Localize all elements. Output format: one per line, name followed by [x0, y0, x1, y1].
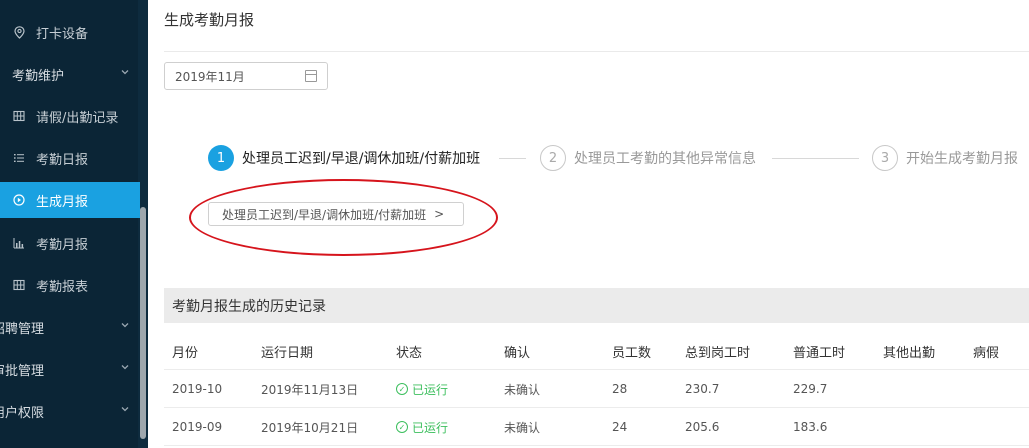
status-text: 已运行 [412, 382, 449, 397]
cell-month: 2019-10 [172, 382, 223, 396]
chevron-down-icon [120, 67, 132, 79]
main-content: 生成考勤月报 2019年11月 1 处理员工迟到/早退/调休加班/付薪加班 2 … [148, 0, 1029, 448]
status-text: 已运行 [412, 420, 449, 435]
check-circle-icon: ✓ [396, 383, 408, 395]
sidebar-item-daily-report[interactable]: 考勤日报 [0, 140, 140, 176]
play-circle-icon [8, 194, 30, 206]
step-1-label: 处理员工迟到/早退/调休加班/付薪加班 [242, 151, 481, 167]
cell-employee-count: 24 [612, 420, 628, 434]
column-header[interactable]: 病假 [973, 332, 999, 370]
table-row[interactable]: 2019-09 2019年10月21日 ✓ 已运行 未确认 24 205.6 1… [164, 408, 1029, 446]
table-header-row: 月份 运行日期 状态 确认 员工数 总到岗工时 普通工时 其他出勤 病假 [164, 332, 1029, 370]
sidebar-item-punch-device[interactable]: 打卡设备 [0, 14, 140, 50]
step-2: 2 处理员工考勤的其他异常信息 [540, 145, 756, 171]
table-row[interactable]: 2019-10 2019年11月13日 ✓ 已运行 未确认 28 230.7 2… [164, 370, 1029, 408]
cell-regular-hours: 183.6 [793, 420, 828, 434]
chevron-down-icon [120, 320, 132, 332]
cell-regular-hours: 229.7 [793, 382, 828, 396]
sidebar-group-label: 考勤维护 [12, 68, 65, 84]
cell-run-date: 2019年10月21日 [261, 420, 359, 435]
sidebar-item-label: 考勤月报 [36, 237, 89, 253]
sidebar-item-label: 打卡设备 [36, 26, 89, 42]
sidebar-item-generate-monthly[interactable]: 生成月报 [0, 182, 140, 218]
sidebar-group-user-permissions[interactable]: 用户权限 [0, 393, 140, 429]
step-3-label: 开始生成考勤月报 [906, 151, 1018, 167]
history-header: 考勤月报生成的历史记录 [164, 288, 1029, 323]
step-connector [499, 158, 526, 159]
column-header[interactable]: 确认 [504, 332, 530, 370]
step-3: 3 开始生成考勤月报 [872, 145, 1018, 171]
month-picker[interactable]: 2019年11月 [164, 62, 328, 90]
grid-icon [8, 110, 30, 122]
sidebar-item-label: 考勤报表 [36, 279, 89, 295]
cell-employee-count: 28 [612, 382, 628, 396]
cell-total-hours: 230.7 [685, 382, 720, 396]
column-header[interactable]: 总到岗工时 [685, 332, 750, 370]
sidebar: 打卡设备 考勤维护 请假/出勤记录 考勤日报 生成月报 考勤月报 考勤报表 聘管… [0, 0, 148, 448]
location-pin-icon [8, 25, 30, 39]
sidebar-item-monthly-report[interactable]: 考勤月报 [0, 225, 140, 261]
sidebar-group-approval[interactable]: 审批管理 [0, 351, 140, 387]
sidebar-scrollbar[interactable] [140, 207, 146, 439]
sidebar-item-label: 请假/出勤记录 [36, 110, 119, 126]
divider [164, 51, 1029, 52]
sidebar-item-attendance-report[interactable]: 考勤报表 [0, 267, 140, 303]
column-header[interactable]: 运行日期 [261, 332, 313, 370]
step-3-number: 3 [872, 145, 898, 171]
grid-icon [8, 279, 30, 291]
sidebar-item-leave-records[interactable]: 请假/出勤记录 [0, 98, 140, 134]
annotation-ellipse [189, 179, 498, 256]
chevron-down-icon [120, 404, 132, 416]
step-2-label: 处理员工考勤的其他异常信息 [574, 151, 756, 167]
sidebar-group-label: 用户权限 [0, 405, 45, 421]
cell-total-hours: 205.6 [685, 420, 720, 434]
step-1-number: 1 [208, 145, 234, 171]
step-1: 1 处理员工迟到/早退/调休加班/付薪加班 [208, 145, 480, 171]
step-connector [772, 158, 859, 159]
page-title: 生成考勤月报 [164, 11, 255, 29]
cell-confirm: 未确认 [504, 420, 541, 435]
column-header[interactable]: 月份 [172, 332, 198, 370]
sidebar-group-label: 招聘管理 [0, 321, 45, 337]
list-icon [8, 152, 30, 164]
chevron-down-icon [120, 362, 132, 374]
sidebar-group-label: 审批管理 [0, 363, 45, 379]
sidebar-group-recruitment[interactable]: 招聘管理 [0, 309, 140, 345]
cell-confirm: 未确认 [504, 382, 541, 397]
step-2-number: 2 [540, 145, 566, 171]
sidebar-item-label: 考勤日报 [36, 152, 89, 168]
check-circle-icon: ✓ [396, 421, 408, 433]
sidebar-group-attendance-maintenance[interactable]: 考勤维护 [0, 56, 140, 92]
cell-month: 2019-09 [172, 420, 223, 434]
sidebar-item-label: 生成月报 [36, 194, 89, 210]
month-picker-value: 2019年11月 [175, 69, 245, 84]
status-badge: ✓ 已运行 [396, 370, 448, 408]
column-header[interactable]: 其他出勤 [883, 332, 935, 370]
status-badge: ✓ 已运行 [396, 408, 448, 446]
column-header[interactable]: 普通工时 [793, 332, 845, 370]
cell-run-date: 2019年11月13日 [261, 382, 359, 397]
column-header[interactable]: 状态 [396, 332, 422, 370]
bar-chart-icon [8, 237, 30, 249]
calendar-icon[interactable] [305, 70, 317, 82]
column-header[interactable]: 员工数 [612, 332, 651, 370]
history-table: 月份 运行日期 状态 确认 员工数 总到岗工时 普通工时 其他出勤 病假 201… [164, 332, 1029, 446]
